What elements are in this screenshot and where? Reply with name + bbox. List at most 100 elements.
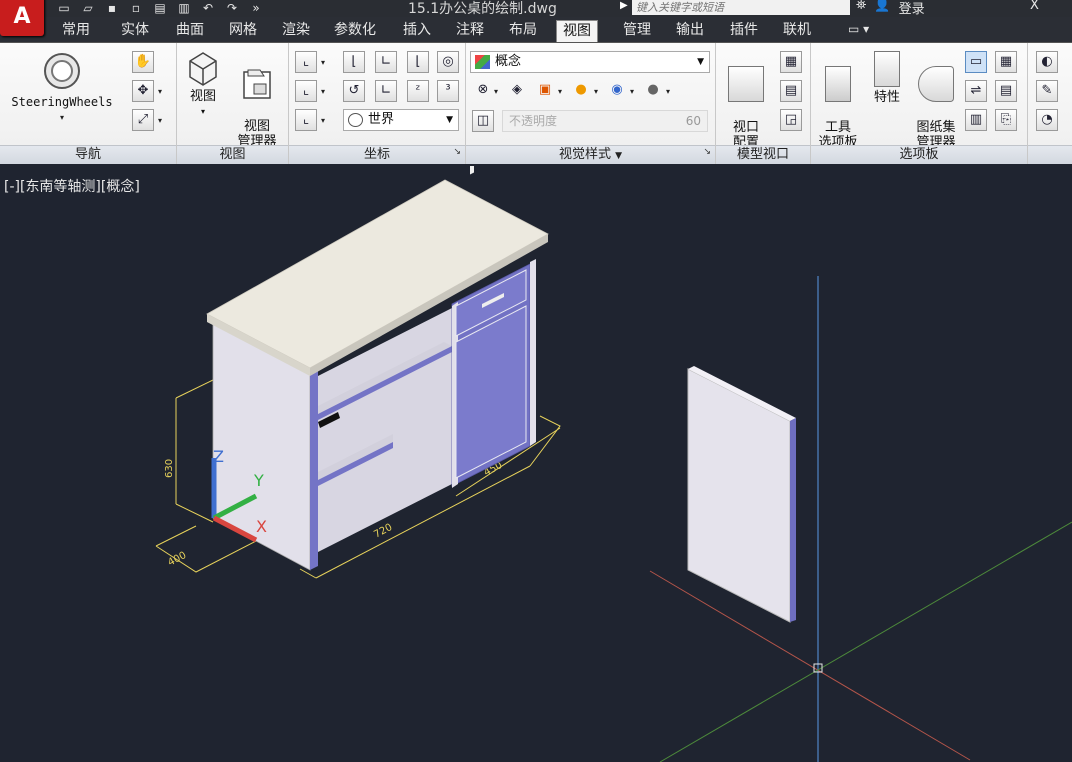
restore-viewports-icon[interactable]: ◲ <box>780 109 802 131</box>
search-expand-icon[interactable]: ▶ <box>620 0 628 11</box>
ucs-world-icon[interactable]: ∟ <box>375 51 397 73</box>
chevron-down-icon[interactable]: ▾ <box>321 116 325 125</box>
tab-output[interactable]: 输出 <box>670 20 710 42</box>
ucs-z-icon[interactable]: ᶻ <box>407 80 429 102</box>
ucs-previous-icon[interactable]: ↺ <box>343 80 365 102</box>
steering-wheels-button[interactable]: SteeringWheels ▾ <box>6 51 118 125</box>
dbconnect-icon[interactable]: ▥ <box>965 109 987 131</box>
command-line-icon[interactable]: ▭ <box>965 51 987 73</box>
switch-windows-icon[interactable]: ◐ <box>1036 51 1058 73</box>
tab-plugins[interactable]: 插件 <box>724 20 764 42</box>
user-icon[interactable]: 👤 <box>874 0 890 17</box>
design-center-icon[interactable]: ▦ <box>995 51 1017 73</box>
layout-tabs-icon[interactable]: ◔ <box>1036 109 1058 131</box>
named-viewports-icon[interactable]: ▦ <box>780 51 802 73</box>
tab-home[interactable]: 常用 <box>56 20 96 42</box>
drawing-viewport[interactable]: 630 400 720 450 Z Y X [-][东南等轴测][概念] <box>0 166 1072 762</box>
plot-icon[interactable]: ▤ <box>152 1 168 15</box>
tab-mesh[interactable]: 网格 <box>223 20 263 42</box>
chevron-down-icon[interactable]: ▾ <box>558 87 562 96</box>
orbit-icon[interactable]: ✥ <box>132 80 154 102</box>
tab-insert[interactable]: 插入 <box>397 20 437 42</box>
chevron-down-icon[interactable]: ▾ <box>594 87 598 96</box>
xray-icon[interactable]: ◫ <box>472 110 494 132</box>
view-button[interactable]: 视图 ▾ <box>183 51 223 119</box>
new-file-icon[interactable]: ▭ <box>56 1 72 15</box>
material-sphere-icon[interactable]: ● <box>570 80 592 102</box>
pan-hand-icon[interactable]: ✋ <box>132 51 154 73</box>
ucs-3-icon[interactable]: ³ <box>437 80 459 102</box>
join-viewports-icon[interactable]: ▤ <box>780 80 802 102</box>
panel-launcher-icon[interactable]: ↘ <box>703 143 711 161</box>
save-as-icon[interactable]: ▫ <box>128 1 144 15</box>
quickcalc-icon[interactable]: ▤ <box>995 80 1017 102</box>
undo-icon[interactable]: ↶ <box>200 1 216 15</box>
opacity-value: 60 <box>685 114 701 128</box>
application-menu-button[interactable]: A <box>0 0 44 36</box>
desk-panel-object[interactable] <box>687 366 796 623</box>
chevron-down-icon[interactable]: ▾ <box>630 87 634 96</box>
ucs-view-icon[interactable]: ◎ <box>437 51 459 73</box>
panel-windows-partial: ◐ ✎ ◔ <box>1028 43 1072 164</box>
print-icon[interactable]: ▥ <box>176 1 192 15</box>
coordinates-title: 坐标 <box>363 147 390 162</box>
tab-manage[interactable]: 管理 <box>617 20 657 42</box>
tab-view[interactable]: 视图 <box>556 20 598 42</box>
chevron-down-icon[interactable]: ▾ <box>158 116 162 125</box>
ucs-object-icon[interactable]: ⌞ <box>295 109 317 131</box>
panel-title-partial <box>1028 145 1072 164</box>
view-manager-icon <box>243 69 271 99</box>
tab-online[interactable]: 联机 <box>777 20 817 42</box>
zoom-extents-icon[interactable]: ⤢ <box>132 109 154 131</box>
chevron-down-icon[interactable]: ▾ <box>321 87 325 96</box>
ucs-world-select[interactable]: 世界 ▼ <box>343 109 459 131</box>
tab-render[interactable]: 渲染 <box>276 20 316 42</box>
panel-coordinates: ⌞ ▾ ⌊ ∟ ⌊ ◎ ⌞ ▾ ↺ ∟ ᶻ ³ ⌞ ▾ 世界 ▼ 坐标 ↘ <box>289 43 466 164</box>
chevron-down-icon: ▼ <box>697 57 704 67</box>
ucs-icon[interactable]: ⌞ <box>295 51 317 73</box>
view-label: 视图 <box>189 89 216 104</box>
open-file-icon[interactable]: ▱ <box>80 1 96 15</box>
viewport-controls-label[interactable]: [-][东南等轴测][概念] <box>4 176 140 196</box>
ucs-face-icon[interactable]: ⌞ <box>295 80 317 102</box>
chevron-down-icon[interactable]: ▾ <box>321 58 325 67</box>
quick-access-toolbar: ▭ ▱ ▪ ▫ ▤ ▥ ↶ ↷ » <box>56 1 264 16</box>
cube-view-icon <box>189 52 217 86</box>
login-link[interactable]: 登录 <box>899 0 925 17</box>
exchange-icon[interactable]: X <box>1030 0 1039 13</box>
tab-parametric[interactable]: 参数化 <box>328 20 382 42</box>
redo-icon[interactable]: ↷ <box>224 1 240 15</box>
file-tabs-icon[interactable]: ✎ <box>1036 80 1058 102</box>
shadow-icon[interactable]: ◈ <box>506 80 528 102</box>
tab-layout[interactable]: 布局 <box>503 20 543 42</box>
model-space-canvas[interactable]: 630 400 720 450 Z Y X <box>0 166 1072 762</box>
save-icon[interactable]: ▪ <box>104 1 120 15</box>
panel-title-visual-styles: 视觉样式 ▼ ↘ <box>466 145 715 164</box>
ucs-named-icon[interactable]: ⌊ <box>343 51 365 73</box>
properties-button[interactable]: 特性 <box>867 51 907 105</box>
tab-surface[interactable]: 曲面 <box>170 20 210 42</box>
ucs-origin-icon[interactable]: ⌊ <box>407 51 429 73</box>
chevron-down-icon[interactable]: ▼ <box>615 151 622 161</box>
sun-status-icon[interactable]: ◉ <box>606 80 628 102</box>
render-sphere-icon[interactable]: ● <box>642 80 664 102</box>
ucs-3point-icon[interactable]: ∟ <box>375 80 397 102</box>
external-references-icon[interactable]: ⎘ <box>995 109 1017 131</box>
search-input[interactable] <box>632 0 850 15</box>
chevron-down-icon[interactable]: ▾ <box>158 87 162 96</box>
markup-set-icon[interactable]: ⇌ <box>965 80 987 102</box>
opacity-slider[interactable]: 不透明度 60 <box>502 110 708 132</box>
panel-launcher-icon[interactable]: ↘ <box>453 143 461 161</box>
qat-more-icon[interactable]: » <box>248 1 264 15</box>
edge-effects-icon[interactable]: ⊗ <box>472 80 494 102</box>
tab-minimize-icon[interactable]: ▭ ▾ <box>848 22 869 36</box>
tab-solid[interactable]: 实体 <box>115 20 155 42</box>
binoculars-icon[interactable]: ⛯ <box>856 0 866 17</box>
office-desk-object[interactable] <box>206 166 549 571</box>
chevron-down-icon[interactable]: ▾ <box>666 87 670 96</box>
chevron-down-icon[interactable]: ▾ <box>494 87 498 96</box>
lighting-icon[interactable]: ▣ <box>534 80 556 102</box>
tab-annotate[interactable]: 注释 <box>450 20 490 42</box>
exchange-label: X <box>1030 0 1039 13</box>
visual-style-select[interactable]: 概念 ▼ <box>470 51 710 73</box>
